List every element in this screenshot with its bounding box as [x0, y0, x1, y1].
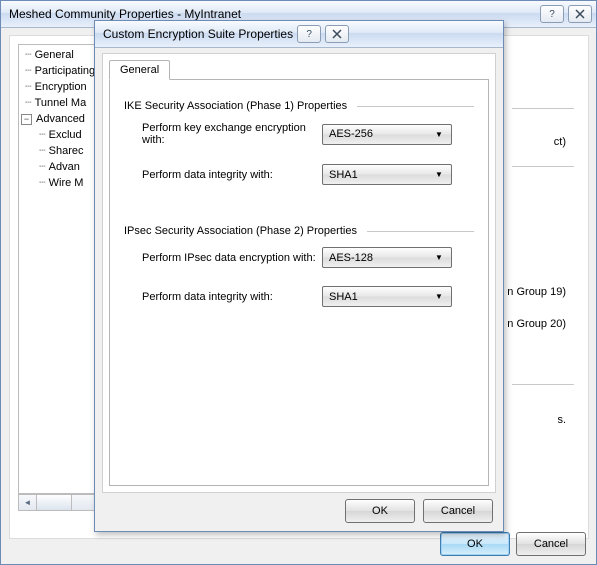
row-phase1-encryption: Perform key exchange encryption with: AE… [124, 122, 474, 146]
separator [357, 106, 474, 107]
select-phase2-encryption-value: AES-128 [329, 252, 431, 264]
ok-button-label: OK [467, 538, 483, 550]
cancel-button-label: Cancel [441, 505, 475, 517]
tab-general[interactable]: General [109, 60, 170, 80]
select-phase1-integrity[interactable]: SHA1 ▼ [322, 164, 452, 185]
ok-button-label: OK [372, 505, 388, 517]
modal-window: Custom Encryption Suite Properties ? Gen… [94, 20, 504, 532]
label-phase1-encryption: Perform key exchange encryption with: [142, 122, 322, 146]
modal-body: General IKE Security Association (Phase … [102, 53, 496, 493]
row-phase2-integrity: Perform data integrity with: SHA1 ▼ [124, 286, 474, 307]
help-icon[interactable]: ? [540, 5, 564, 23]
select-phase1-encryption-value: AES-256 [329, 128, 431, 140]
bg-separator [512, 166, 574, 167]
label-phase2-integrity: Perform data integrity with: [142, 291, 322, 303]
select-phase2-integrity-value: SHA1 [329, 291, 431, 303]
select-phase1-integrity-value: SHA1 [329, 169, 431, 181]
tab-general-label: General [120, 64, 159, 76]
close-icon[interactable] [325, 25, 349, 43]
help-icon[interactable]: ? [297, 25, 321, 43]
parent-button-row: OK Cancel [440, 532, 586, 556]
group-phase1: IKE Security Association (Phase 1) Prope… [124, 100, 474, 112]
scroll-left-icon[interactable]: ◄ [19, 495, 37, 510]
modal-window-title: Custom Encryption Suite Properties [103, 27, 293, 41]
tab-strip: General [109, 60, 170, 80]
select-phase1-encryption[interactable]: AES-256 ▼ [322, 124, 452, 145]
select-phase2-integrity[interactable]: SHA1 ▼ [322, 286, 452, 307]
parent-window-title: Meshed Community Properties - MyIntranet [9, 7, 241, 21]
ok-button[interactable]: OK [440, 532, 510, 556]
scroll-thumb[interactable] [37, 495, 72, 510]
cancel-button[interactable]: Cancel [516, 532, 586, 556]
chevron-down-icon: ▼ [431, 292, 447, 301]
collapse-icon[interactable]: − [21, 114, 32, 125]
bg-text-fragment: n Group 19) [507, 286, 566, 298]
group-phase2-label: IPsec Security Association (Phase 2) Pro… [124, 225, 357, 237]
modal-button-row: OK Cancel [345, 499, 493, 523]
bg-text-fragment: ct) [554, 136, 566, 148]
bg-text-fragment: n Group 20) [507, 318, 566, 330]
row-phase2-encryption: Perform IPsec data encryption with: AES-… [124, 247, 474, 268]
row-phase1-integrity: Perform data integrity with: SHA1 ▼ [124, 164, 474, 185]
label-phase2-encryption: Perform IPsec data encryption with: [142, 252, 322, 264]
cancel-button-label: Cancel [534, 538, 568, 550]
bg-text-fragment: s. [557, 414, 566, 426]
bg-separator [512, 384, 574, 385]
group-phase2: IPsec Security Association (Phase 2) Pro… [124, 225, 474, 237]
select-phase2-encryption[interactable]: AES-128 ▼ [322, 247, 452, 268]
chevron-down-icon: ▼ [431, 170, 447, 179]
cancel-button[interactable]: Cancel [423, 499, 493, 523]
chevron-down-icon: ▼ [431, 130, 447, 139]
tab-page-general: IKE Security Association (Phase 1) Prope… [109, 79, 489, 486]
group-phase1-label: IKE Security Association (Phase 1) Prope… [124, 100, 347, 112]
chevron-down-icon: ▼ [431, 253, 447, 262]
ok-button[interactable]: OK [345, 499, 415, 523]
modal-titlebar[interactable]: Custom Encryption Suite Properties ? [95, 21, 503, 48]
close-icon[interactable] [568, 5, 592, 23]
separator [367, 231, 474, 232]
label-phase1-integrity: Perform data integrity with: [142, 169, 322, 181]
bg-separator [512, 108, 574, 109]
